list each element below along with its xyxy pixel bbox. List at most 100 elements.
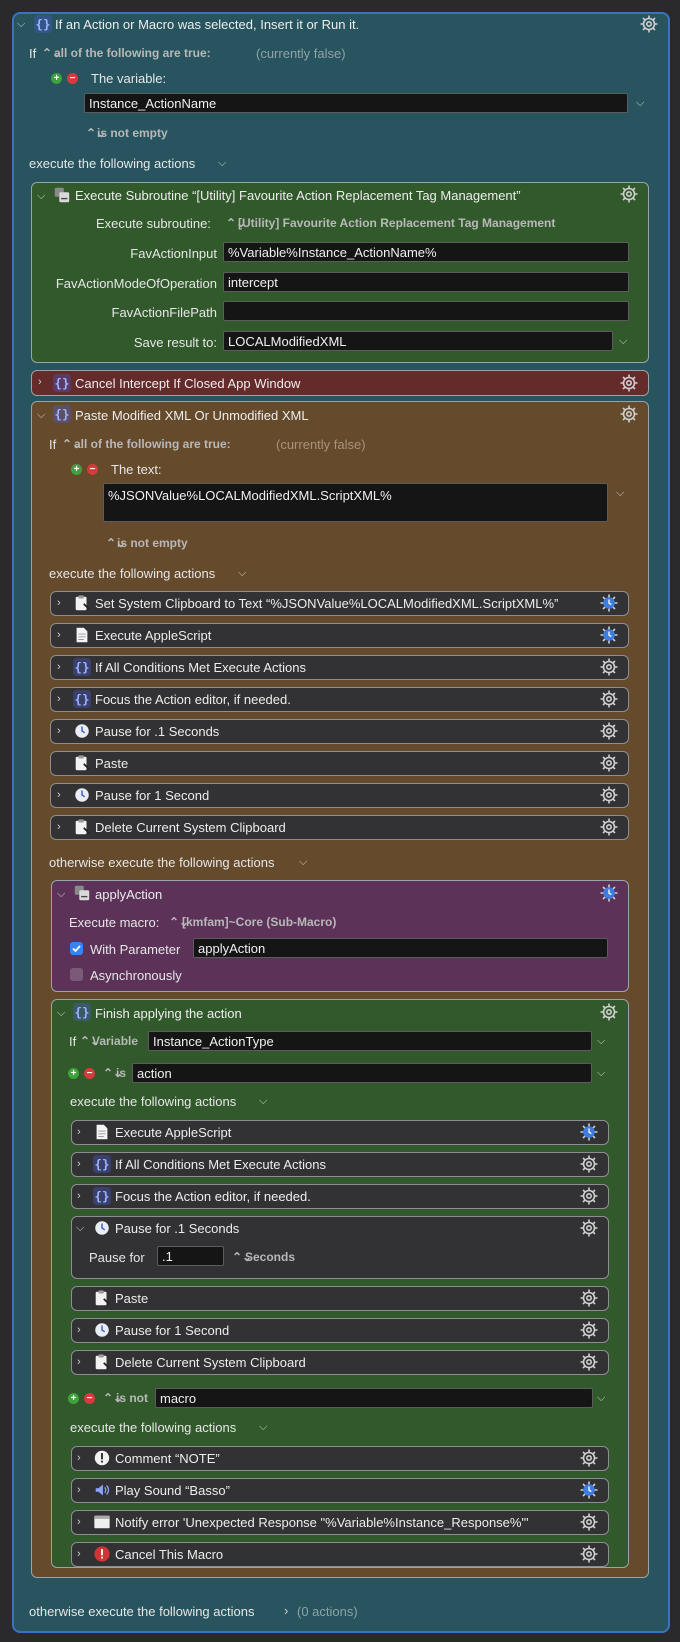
gear-icon[interactable] <box>579 1448 599 1468</box>
action-title[interactable]: Pause for 1 Second <box>95 788 209 803</box>
gear-clock-icon[interactable] <box>599 883 619 903</box>
gear-icon[interactable] <box>579 1320 599 1340</box>
expand-chevron-icon[interactable]: › <box>57 789 61 801</box>
gear-icon[interactable] <box>599 689 619 709</box>
subroutine-title[interactable]: Execute Subroutine “[Utility] Favourite … <box>75 188 521 203</box>
collapse-chevron-icon[interactable]: ⌵ <box>57 1007 65 1020</box>
chevron-down-icon[interactable]: ⌵ <box>597 1067 605 1080</box>
main-title[interactable]: If an Action or Macro was selected, Inse… <box>55 17 359 32</box>
collapse-chevron-icon[interactable]: ⌵ <box>57 888 65 901</box>
paste-group-title[interactable]: Paste Modified XML Or Unmodified XML <box>75 408 309 423</box>
gear-icon[interactable] <box>619 404 639 424</box>
chevron-down-icon[interactable]: ⌵ <box>259 1095 267 1108</box>
param-field[interactable]: intercept <box>223 272 629 292</box>
chevron-down-icon[interactable]: ⌵ <box>619 335 627 348</box>
gear-clock-icon[interactable] <box>579 1122 599 1142</box>
gear-icon[interactable] <box>599 721 619 741</box>
action-title[interactable]: Paste <box>115 1291 148 1306</box>
action-title[interactable]: Notify error 'Unexpected Response "%Vari… <box>115 1515 529 1530</box>
variable-test-select[interactable]: is not empty <box>97 126 168 140</box>
action-title[interactable]: Delete Current System Clipboard <box>115 1355 306 1370</box>
add-case-icon[interactable]: + <box>68 1068 79 1079</box>
expand-chevron-icon[interactable]: › <box>57 693 61 705</box>
chevron-down-icon[interactable]: ⌵ <box>299 856 307 869</box>
gear-icon[interactable] <box>639 14 659 34</box>
subroutine-select[interactable]: [Utility] Favourite Action Replacement T… <box>238 216 555 230</box>
asynchronously-checkbox[interactable] <box>70 968 83 981</box>
chevron-down-icon[interactable]: ⌵ <box>218 157 226 170</box>
chevron-down-icon[interactable]: ⌵ <box>238 567 246 580</box>
gear-icon[interactable] <box>579 1186 599 1206</box>
expand-chevron-icon[interactable]: › <box>77 1484 81 1496</box>
macro-select[interactable]: [kmfam]~Core (Sub-Macro) <box>182 915 336 929</box>
case-value-field[interactable]: macro <box>155 1388 593 1408</box>
case-value-field[interactable]: action <box>132 1063 592 1083</box>
is-select[interactable]: is <box>116 1066 126 1080</box>
param-field[interactable] <box>223 301 629 321</box>
expand-chevron-icon[interactable]: › <box>77 1158 81 1170</box>
variable-field[interactable]: Instance_ActionName <box>84 93 628 113</box>
remove-condition-icon[interactable]: − <box>67 73 78 84</box>
param-field[interactable]: %Variable%Instance_ActionName% <box>223 242 629 262</box>
action-title[interactable]: Execute AppleScript <box>115 1125 231 1140</box>
action-title[interactable]: Pause for .1 Seconds <box>115 1221 239 1236</box>
action-title[interactable]: If All Conditions Met Execute Actions <box>115 1157 326 1172</box>
collapse-chevron-icon[interactable]: ⌵ <box>37 409 45 422</box>
gear-icon[interactable] <box>599 785 619 805</box>
expand-chevron-icon[interactable]: › <box>77 1126 81 1138</box>
text-test-select[interactable]: is not empty <box>117 536 188 550</box>
with-parameter-checkbox[interactable] <box>70 942 83 955</box>
chevron-down-icon[interactable]: ⌵ <box>636 97 644 110</box>
expand-chevron-icon[interactable]: › <box>77 1324 81 1336</box>
action-row[interactable] <box>50 751 629 776</box>
condition-type-select[interactable]: Variable <box>92 1034 138 1048</box>
action-title[interactable]: Set System Clipboard to Text “%JSONValue… <box>95 596 558 611</box>
action-title[interactable]: Paste <box>95 756 128 771</box>
gear-icon[interactable] <box>619 184 639 204</box>
gear-icon[interactable] <box>599 817 619 837</box>
gear-icon[interactable] <box>579 1544 599 1564</box>
gear-clock-icon[interactable] <box>599 625 619 645</box>
gear-icon[interactable] <box>579 1218 599 1238</box>
action-title[interactable]: Cancel This Macro <box>115 1547 223 1562</box>
condition-mode-select[interactable]: all of the following are true: <box>74 437 231 451</box>
action-title[interactable]: Execute AppleScript <box>95 628 211 643</box>
chevron-down-icon[interactable]: ⌵ <box>597 1035 605 1048</box>
condition-mode-select[interactable]: all of the following are true: <box>54 46 211 60</box>
expand-chevron-icon[interactable]: › <box>57 629 61 641</box>
collapse-chevron-icon[interactable]: ⌵ <box>76 1222 84 1235</box>
action-title[interactable]: Play Sound “Basso” <box>115 1483 230 1498</box>
cancel-intercept-title[interactable]: Cancel Intercept If Closed App Window <box>75 376 300 391</box>
text-field[interactable]: %JSONValue%LOCALModifiedXML.ScriptXML% <box>103 483 608 522</box>
action-row[interactable] <box>71 1286 609 1311</box>
action-title[interactable]: Delete Current System Clipboard <box>95 820 286 835</box>
add-case-icon[interactable]: + <box>68 1393 79 1404</box>
parameter-field[interactable]: applyAction <box>193 938 608 958</box>
remove-case-icon[interactable]: − <box>84 1393 95 1404</box>
gear-clock-icon[interactable] <box>579 1480 599 1500</box>
expand-chevron-icon[interactable]: › <box>77 1516 81 1528</box>
variable-field[interactable]: Instance_ActionType <box>148 1031 592 1051</box>
gear-icon[interactable] <box>579 1288 599 1308</box>
action-title[interactable]: Pause for .1 Seconds <box>95 724 219 739</box>
gear-icon[interactable] <box>599 657 619 677</box>
remove-condition-icon[interactable]: − <box>87 464 98 475</box>
expand-chevron-icon[interactable]: › <box>284 1603 288 1618</box>
expand-chevron-icon[interactable]: › <box>57 725 61 737</box>
remove-case-icon[interactable]: − <box>84 1068 95 1079</box>
expand-chevron-icon[interactable]: › <box>77 1356 81 1368</box>
pause-unit-select[interactable]: Seconds <box>245 1250 295 1264</box>
chevron-down-icon[interactable]: ⌵ <box>597 1392 605 1405</box>
collapse-chevron-icon[interactable]: ⌵ <box>17 18 25 31</box>
gear-icon[interactable] <box>579 1512 599 1532</box>
expand-chevron-icon[interactable]: › <box>38 376 42 388</box>
action-title[interactable]: Focus the Action editor, if needed. <box>115 1189 311 1204</box>
gear-icon[interactable] <box>619 373 639 393</box>
gear-icon[interactable] <box>579 1352 599 1372</box>
apply-action-title[interactable]: applyAction <box>95 887 162 902</box>
pause-duration-field[interactable]: .1 <box>157 1246 224 1266</box>
chevron-down-icon[interactable]: ⌵ <box>616 487 624 500</box>
gear-icon[interactable] <box>579 1154 599 1174</box>
gear-icon[interactable] <box>599 753 619 773</box>
expand-chevron-icon[interactable]: › <box>77 1190 81 1202</box>
